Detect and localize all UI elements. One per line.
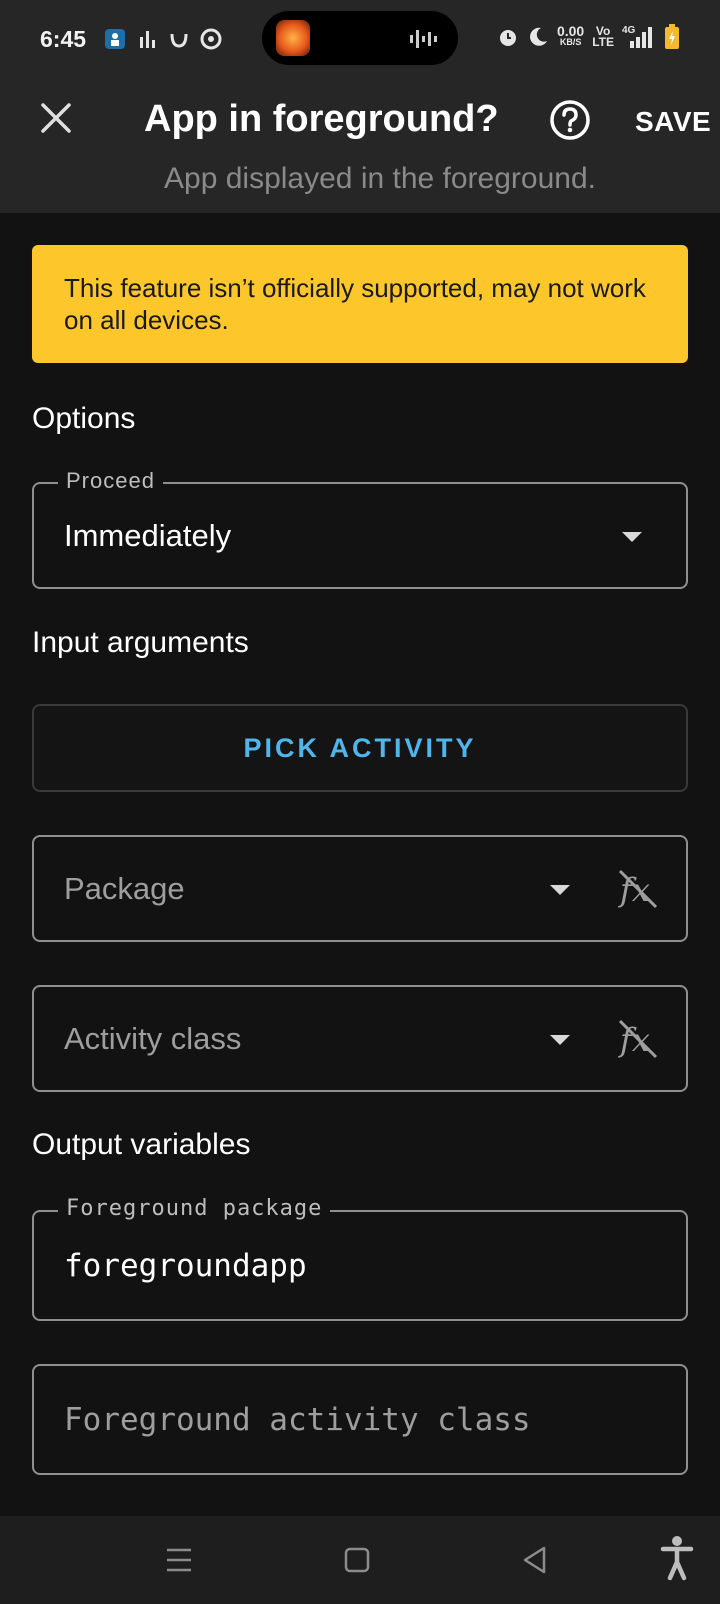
proceed-value: Immediately	[64, 518, 232, 553]
status-bar: 6:45 0.00 KB/S Vo LTE 4G	[0, 0, 720, 80]
input-arguments-heading: Input arguments	[32, 626, 249, 659]
dropdown-arrow-icon[interactable]	[550, 1035, 570, 1045]
package-placeholder: Package	[64, 871, 185, 906]
battery-icon	[665, 24, 679, 49]
unsupported-warning: This feature isn’t officially supported,…	[32, 245, 688, 363]
fx-disabled-icon[interactable]: fx	[616, 1017, 660, 1061]
net-speed: 0.00 KB/S	[556, 23, 585, 48]
save-button[interactable]: SAVE	[635, 106, 711, 138]
page-subtitle: App displayed in the foreground.	[164, 162, 596, 195]
foreground-activity-class-placeholder: Foreground activity class	[64, 1402, 531, 1438]
options-heading: Options	[32, 402, 136, 435]
package-field[interactable]: Package fx	[32, 835, 688, 942]
help-icon[interactable]	[549, 99, 591, 141]
status-right-icons: 0.00 KB/S Vo LTE 4G	[497, 24, 680, 50]
activity-class-placeholder: Activity class	[64, 1021, 242, 1056]
notification-app-icon	[105, 29, 125, 49]
svg-text:fx: fx	[618, 1021, 650, 1059]
status-left-icons	[104, 28, 222, 50]
proceed-label: Proceed	[58, 468, 163, 494]
home-icon[interactable]	[342, 1538, 372, 1582]
page-title: App in foreground?	[144, 98, 499, 140]
fx-disabled-icon[interactable]: fx	[616, 867, 660, 911]
foreground-package-value: foregroundapp	[64, 1248, 307, 1284]
signal-group: 4G	[622, 25, 656, 49]
dropdown-arrow-icon[interactable]	[550, 885, 570, 895]
chrome-icon	[200, 28, 222, 50]
pick-activity-button[interactable]: PICK ACTIVITY	[32, 704, 688, 792]
navigation-bar	[0, 1516, 720, 1604]
volte-indicator: Vo LTE	[592, 25, 614, 49]
volte-bottom: LTE	[592, 35, 614, 49]
menu-icon[interactable]	[164, 1538, 194, 1582]
close-icon[interactable]	[38, 100, 74, 136]
svg-text:fx: fx	[618, 871, 650, 909]
proceed-select[interactable]: Proceed Immediately	[32, 468, 688, 589]
moon-icon	[530, 27, 547, 46]
output-variables-heading: Output variables	[32, 1128, 251, 1161]
screen: 6:45 0.00 KB/S Vo LTE 4G App in foregrou…	[0, 0, 720, 1604]
status-time: 6:45	[40, 26, 87, 52]
net-speed-value: 0.00	[556, 23, 585, 39]
net-speed-unit: KB/S	[559, 37, 582, 47]
foreground-package-field[interactable]: Foreground package foregroundapp	[32, 1196, 688, 1321]
accessibility-icon[interactable]	[660, 1534, 694, 1582]
dropdown-arrow-icon	[622, 532, 642, 542]
signal-icon	[630, 27, 652, 48]
pill-app-icon	[276, 20, 310, 56]
alarm-icon	[499, 30, 516, 46]
audio-wave-icon	[410, 30, 437, 48]
equalizer-icon	[140, 31, 155, 48]
back-icon[interactable]	[520, 1538, 550, 1582]
smile-icon	[170, 33, 188, 48]
foreground-activity-class-field[interactable]: Foreground activity class	[32, 1364, 688, 1475]
activity-class-field[interactable]: Activity class fx	[32, 985, 688, 1092]
foreground-package-label: Foreground package	[58, 1196, 331, 1221]
dynamic-island	[262, 11, 458, 65]
